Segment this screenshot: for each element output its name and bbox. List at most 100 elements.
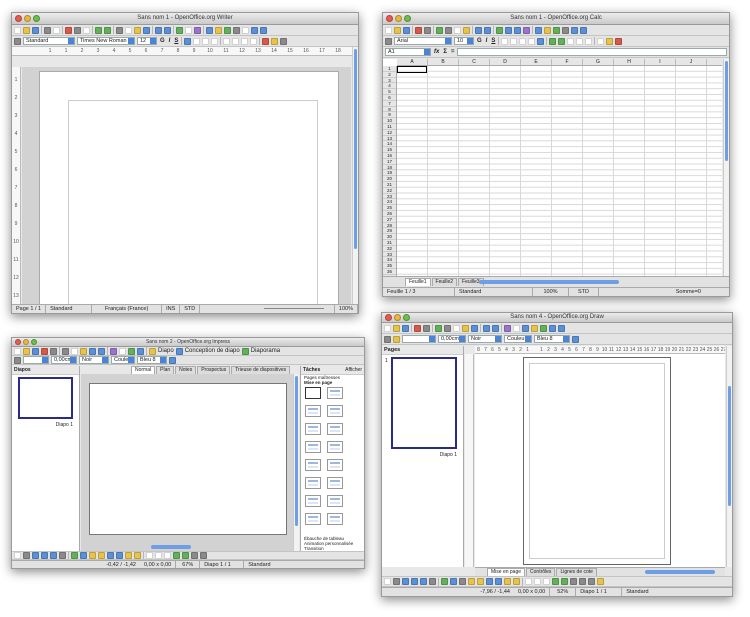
background-color-icon[interactable] [606,37,614,45]
export-pdf-icon[interactable] [65,26,72,34]
horizontal-scroll-thumb[interactable] [151,545,191,549]
layout-tile[interactable] [327,477,343,489]
column-header[interactable]: H [614,59,645,65]
column-header[interactable]: C [459,59,490,65]
hyperlink-icon[interactable] [176,26,183,34]
minimize-button[interactable] [395,15,402,22]
block-arrows-icon[interactable] [107,552,114,559]
nonprinting-chars-icon[interactable] [242,26,249,34]
bold-button[interactable]: G [159,38,166,44]
line-ends-icon[interactable] [393,335,400,343]
layout-tile[interactable] [305,387,321,399]
sheet-tab[interactable]: Feuille2 [431,278,458,286]
column-header[interactable]: A [397,59,428,65]
rotate-icon[interactable] [191,552,198,559]
layout-tile[interactable] [327,459,343,471]
connector-tool-icon[interactable] [80,552,87,559]
fill-color-select[interactable]: Bleu 8 [137,356,167,364]
undo-icon[interactable] [475,26,482,34]
symbol-shapes-icon[interactable] [98,552,105,559]
selection-mode[interactable]: STD [180,305,201,313]
italic-button[interactable]: I [168,38,172,44]
help-icon[interactable] [558,324,565,332]
bold-button[interactable]: G [476,38,483,44]
help-icon[interactable] [137,347,144,355]
save-icon[interactable] [32,347,39,355]
layout-tile[interactable] [327,441,343,453]
view-tab[interactable]: Plan [156,366,175,374]
extrusion-icon[interactable] [597,578,604,585]
add-decimal-icon[interactable] [576,37,584,45]
spellcheck-icon[interactable] [436,26,443,34]
column-header[interactable]: G [583,59,614,65]
scroll-thumb[interactable] [725,61,728,161]
new-document-icon[interactable] [384,324,391,332]
block-arrows-icon[interactable] [486,578,493,585]
show-draw-functions-icon[interactable] [194,26,201,34]
align-right-icon[interactable] [519,37,527,45]
text-tool-icon[interactable] [429,578,436,585]
layout-tile[interactable] [327,513,343,525]
zoom-button[interactable] [403,314,410,321]
view-tab[interactable]: Trieuse de diapositives [231,366,291,374]
layout-tile[interactable] [327,405,343,417]
paste-icon[interactable] [134,26,141,34]
undo-icon[interactable] [155,26,162,34]
borders-icon[interactable] [597,37,605,45]
name-box[interactable]: A1 [385,48,431,56]
datasources-icon[interactable] [562,26,569,34]
horizontal-scroll-thumb[interactable] [479,280,619,284]
new-document-icon[interactable] [385,26,392,34]
select-arrow-icon[interactable] [14,552,21,559]
line-style-select[interactable] [402,335,436,343]
gallery-icon[interactable] [561,578,568,585]
page-thumbnail[interactable] [391,357,457,449]
align-left-icon[interactable] [501,37,509,45]
scroll-thumb[interactable] [295,376,298,526]
align-icon[interactable] [200,552,207,559]
layout-tile[interactable] [305,459,321,471]
currency-format-icon[interactable] [549,37,557,45]
layout-tile[interactable] [305,405,321,417]
paste-icon[interactable] [463,26,470,34]
close-button[interactable] [15,339,21,345]
minimize-button[interactable] [394,314,401,321]
close-button[interactable] [15,15,22,22]
rectangle-tool-icon[interactable] [411,578,418,585]
copy-icon[interactable] [453,324,460,332]
scroll-thumb[interactable] [728,386,731,506]
connector-tool-icon[interactable] [450,578,457,585]
sort-descending-icon[interactable] [514,26,521,34]
save-icon[interactable] [32,26,39,34]
line-tool-icon[interactable] [23,552,30,559]
from-file-icon[interactable] [173,552,180,559]
minimize-button[interactable] [23,339,29,345]
paragraph-style-select[interactable]: Standard [23,37,75,45]
spellcheck-icon[interactable] [435,324,442,332]
view-tab[interactable]: Prospectus [197,366,231,374]
layout-tile[interactable] [305,513,321,525]
glue-points-icon[interactable] [534,578,541,585]
curve-tool-icon[interactable] [71,552,78,559]
new-document-icon[interactable] [14,26,21,34]
insert-chart-icon[interactable] [110,347,117,355]
sum-button[interactable]: Σ [442,49,448,55]
open-folder-icon[interactable] [23,347,30,355]
decrease-indent-icon[interactable] [241,37,249,45]
numbering-icon[interactable] [223,37,231,45]
from-file-icon[interactable] [552,578,559,585]
cell-grid[interactable] [397,66,722,276]
export-pdf-icon[interactable] [41,347,48,355]
stars-icon[interactable] [134,552,141,559]
layout-tile[interactable] [305,441,321,453]
text-tool-icon[interactable] [59,552,66,559]
view-tab[interactable]: Notes [175,366,197,374]
font-color-icon[interactable] [262,37,270,45]
line-style-icon[interactable] [384,335,391,343]
line-width-field[interactable]: 0,00cm [51,356,77,364]
fill-color-select[interactable]: Bleu 8 [534,335,570,343]
save-icon[interactable] [402,324,409,332]
formula-input[interactable] [457,48,727,56]
copy-icon[interactable] [125,26,132,34]
insert-mode[interactable]: INS [162,305,181,313]
